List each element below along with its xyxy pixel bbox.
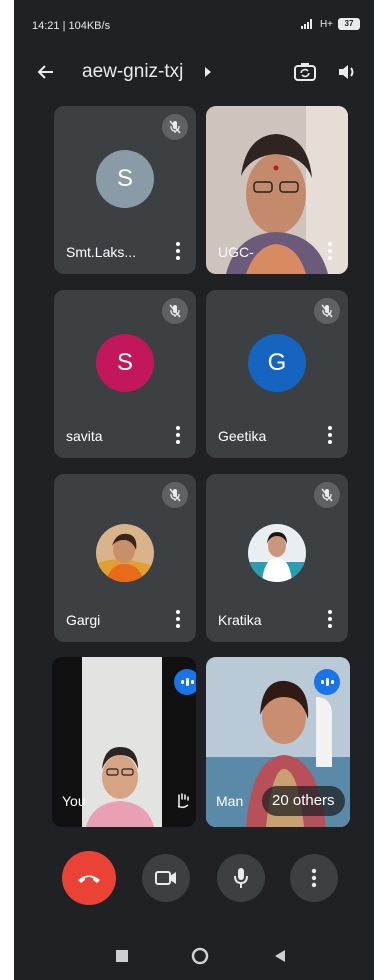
signal-icon [300, 19, 312, 29]
circle-icon [191, 947, 209, 965]
triangle-back-icon [275, 950, 285, 962]
avatar: S [96, 150, 154, 208]
speaking-indicator [314, 669, 340, 695]
home-button[interactable] [190, 946, 210, 966]
mic-off-icon [314, 482, 340, 508]
meet-screen: 14:21 | 104KB/s H+ 37 aew-gniz-txj S Smt… [14, 0, 374, 980]
meeting-code[interactable]: aew-gniz-txj [82, 61, 183, 83]
avatar [248, 524, 306, 582]
audio-output-button[interactable] [334, 59, 360, 85]
participant-name: Geetika [218, 428, 267, 444]
self-video-tile[interactable]: You [52, 657, 196, 827]
more-vert-icon[interactable] [170, 240, 186, 262]
participant-name: You [62, 793, 86, 809]
more-vert-icon [311, 868, 317, 888]
status-time: 14:21 | 104KB/s [32, 20, 111, 32]
recents-button[interactable] [112, 946, 132, 966]
avatar [96, 524, 154, 582]
participant-name: savita [66, 428, 103, 444]
call-controls [14, 850, 374, 910]
participant-name: UGC- [218, 244, 254, 260]
more-vert-icon[interactable] [322, 608, 338, 630]
participant-tile[interactable]: Kratika [206, 474, 348, 642]
participant-tile[interactable]: G Geetika [206, 290, 348, 458]
caret-right-icon[interactable] [204, 66, 212, 78]
participant-tile[interactable]: S savita [54, 290, 196, 458]
mic-off-icon [314, 298, 340, 324]
switch-camera-icon [294, 63, 316, 81]
arrow-left-icon [37, 65, 53, 79]
switch-camera-button[interactable] [292, 59, 318, 85]
speaking-indicator [174, 669, 196, 695]
videocam-icon [155, 871, 176, 885]
participant-name: Smt.Laks... [66, 244, 137, 260]
more-options-button[interactable] [290, 854, 338, 902]
square-icon [116, 950, 128, 962]
camera-toggle-button[interactable] [142, 854, 190, 902]
network-type: H+ [319, 18, 333, 30]
others-count-pill[interactable]: 20 others [262, 786, 345, 816]
mic-off-icon [162, 114, 188, 140]
hand-icon[interactable] [174, 791, 192, 809]
back-nav-button[interactable] [270, 946, 290, 966]
end-call-button[interactable] [62, 851, 116, 905]
participant-name: Kratika [218, 612, 262, 628]
participant-tile[interactable]: UGC- [206, 106, 348, 274]
avatar: S [96, 334, 154, 392]
meeting-header: aew-gniz-txj [14, 50, 374, 94]
participant-tile[interactable]: Gargi [54, 474, 196, 642]
participant-name: Gargi [66, 612, 101, 628]
speaker-icon [339, 65, 354, 79]
mic-off-icon [162, 482, 188, 508]
mic-toggle-button[interactable] [217, 854, 265, 902]
more-vert-icon[interactable] [170, 608, 186, 630]
participant-name: Man [216, 793, 244, 809]
avatar: G [248, 334, 306, 392]
status-bar: 14:21 | 104KB/s H+ 37 [14, 0, 374, 44]
call-end-icon [78, 875, 100, 883]
mic-icon [234, 868, 248, 888]
battery-icon: 37 [338, 18, 360, 30]
mic-off-icon [162, 298, 188, 324]
more-vert-icon[interactable] [322, 424, 338, 446]
more-vert-icon[interactable] [322, 240, 338, 262]
participant-tile[interactable]: S Smt.Laks... [54, 106, 196, 274]
more-vert-icon[interactable] [170, 424, 186, 446]
back-button[interactable] [32, 58, 60, 86]
system-nav-bar [14, 930, 374, 980]
status-indicators: H+ 37 [300, 18, 360, 30]
